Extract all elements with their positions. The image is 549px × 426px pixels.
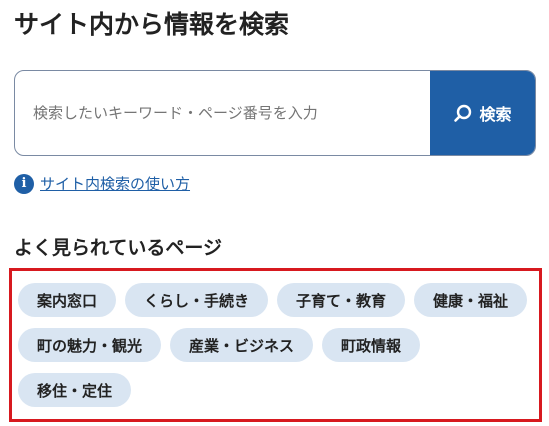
tag-industry-business[interactable]: 産業・ビジネス <box>170 328 314 362</box>
tag-town-administration[interactable]: 町政情報 <box>322 328 421 362</box>
popular-pages-heading: よく見られているページ <box>14 237 223 259</box>
tag-health-welfare[interactable]: 健康・福祉 <box>414 283 528 317</box>
tag-attractions-tourism[interactable]: 町の魅力・観光 <box>18 328 162 362</box>
search-help-link[interactable]: i サイト内検索の使い方 <box>14 173 190 194</box>
tag-row: 移住・定住 <box>18 373 533 407</box>
search-form: 検索 <box>14 70 536 156</box>
search-button-label: 検索 <box>479 105 512 124</box>
tag-row: 案内窓口 くらし・手続き 子育て・教育 健康・福祉 <box>18 283 533 317</box>
tag-information-desk[interactable]: 案内窓口 <box>18 283 117 317</box>
search-icon <box>453 103 473 123</box>
search-page: サイト内から情報を検索 検索 i サイト内検索の使い方 よく見られているページ … <box>0 0 549 426</box>
popular-pages-list: 案内窓口 くらし・手続き 子育て・教育 健康・福祉 町の魅力・観光 産業・ビジネ… <box>9 268 542 422</box>
search-button[interactable]: 検索 <box>430 71 535 155</box>
tag-row: 町の魅力・観光 産業・ビジネス 町政情報 <box>18 328 533 362</box>
tag-childcare-education[interactable]: 子育て・教育 <box>277 283 406 317</box>
info-icon: i <box>14 173 34 194</box>
search-input[interactable] <box>15 71 430 155</box>
page-title: サイト内から情報を検索 <box>14 10 290 39</box>
search-help-text: サイト内検索の使い方 <box>40 175 191 193</box>
tag-relocation-settlement[interactable]: 移住・定住 <box>18 373 132 407</box>
tag-living-procedures[interactable]: くらし・手続き <box>125 283 269 317</box>
